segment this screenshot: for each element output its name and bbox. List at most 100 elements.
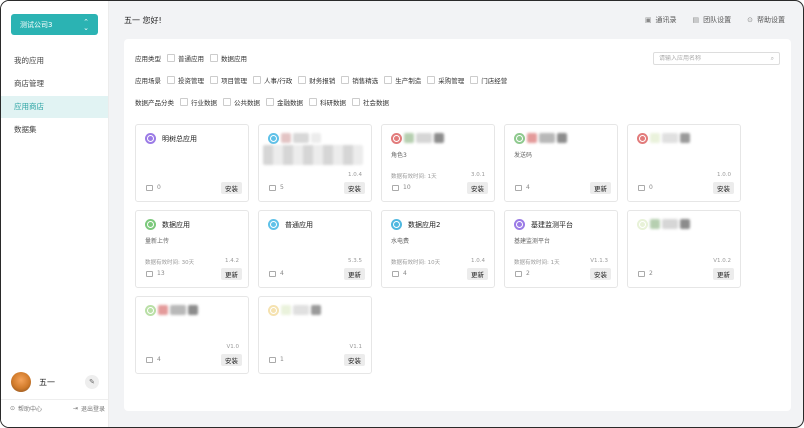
app-version: V1.0.2 <box>713 258 731 264</box>
install-count: 13 <box>146 270 165 277</box>
download-icon <box>146 270 153 277</box>
filter-option[interactable]: 投资管理 <box>167 75 204 85</box>
install-button[interactable]: 安装 <box>467 182 488 194</box>
install-count-value: 0 <box>649 184 653 191</box>
install-count-value: 13 <box>157 270 165 277</box>
install-button[interactable]: 安装 <box>221 354 242 366</box>
app-card[interactable]: 角色3 数据有效时间: 1天 3.0.1 10 安装 <box>381 124 495 202</box>
search-box[interactable]: ⌕ <box>653 52 780 65</box>
install-button[interactable]: 安装 <box>344 354 365 366</box>
redacted-block <box>404 133 414 143</box>
install-count-value: 10 <box>403 184 411 191</box>
app-card[interactable]: V1.0.2 2 更新 <box>627 210 741 288</box>
download-icon <box>146 184 153 191</box>
filter-option[interactable]: 采购管理 <box>427 75 464 85</box>
app-description: 基建监测平台 <box>514 238 551 245</box>
redacted-block <box>680 133 690 143</box>
search-input[interactable] <box>659 55 759 62</box>
sidebar-item-app-store[interactable]: 应用商店 <box>1 96 108 118</box>
redacted-block <box>263 145 363 165</box>
app-description: 量新上传 <box>145 238 170 245</box>
checkbox[interactable] <box>470 76 479 84</box>
filter-option[interactable]: 门店经营 <box>470 75 507 85</box>
checkbox[interactable] <box>298 76 307 84</box>
install-button[interactable]: 安装 <box>590 268 611 280</box>
search-icon[interactable]: ⌕ <box>771 55 774 63</box>
redacted-block <box>662 219 678 229</box>
filter-option[interactable]: 公共数据 <box>223 97 260 107</box>
checkbox[interactable] <box>384 76 393 84</box>
redacted-block <box>188 305 198 315</box>
sidebar-item-my-apps[interactable]: 我的应用 <box>1 50 108 72</box>
install-button[interactable]: 安装 <box>344 182 365 194</box>
update-button[interactable]: 更新 <box>590 182 611 194</box>
contacts-link[interactable]: ▣ 通讯录 <box>645 15 677 25</box>
app-card[interactable]: V1.0 4 安装 <box>135 296 249 374</box>
download-icon <box>269 356 276 363</box>
contacts-label: 通讯录 <box>655 16 677 24</box>
redacted-block <box>293 133 309 143</box>
filter-option[interactable]: 销售精选 <box>341 75 378 85</box>
help-center-label: 帮助中心 <box>18 406 43 413</box>
team-settings-link[interactable]: ▤ 团队设置 <box>693 15 732 25</box>
checkbox[interactable] <box>210 76 218 84</box>
app-version: 1.0.4 <box>348 172 362 178</box>
update-button[interactable]: 更新 <box>467 268 488 280</box>
download-icon <box>146 356 153 363</box>
help-center-link[interactable]: ⊙ 帮助中心 <box>10 404 42 413</box>
update-button[interactable]: 更新 <box>344 268 365 280</box>
redacted-block <box>281 305 291 315</box>
checkbox[interactable] <box>352 98 360 106</box>
app-card[interactable]: 数据应用2 水电费 数据有效时间: 10天 1.0.4 4 更新 <box>381 210 495 288</box>
contacts-icon: ▣ <box>644 16 652 24</box>
app-card[interactable]: 1.0.4 5 安装 <box>258 124 372 202</box>
avatar[interactable] <box>11 372 31 392</box>
checkbox[interactable] <box>223 98 231 106</box>
checkbox[interactable] <box>180 98 188 106</box>
app-card[interactable]: 基建监测平台 基建监测平台 数据有效时间: 1天 V1.1.3 2 安装 <box>504 210 618 288</box>
app-icon <box>514 133 525 144</box>
app-card[interactable]: 明树总应用 0 安装 <box>135 124 249 202</box>
install-count: 4 <box>392 270 407 277</box>
app-card[interactable]: 数据应用 量新上传 数据有效时间: 30天 1.4.2 13 更新 <box>135 210 249 288</box>
filter-option[interactable]: 普通应用 <box>167 53 204 63</box>
checkbox[interactable] <box>167 76 175 84</box>
filter-option[interactable]: 生产制造 <box>384 75 421 85</box>
app-card[interactable]: V1.1 1 安装 <box>258 296 372 374</box>
checkbox[interactable] <box>253 76 261 84</box>
checkbox[interactable] <box>341 76 350 84</box>
app-name: 明树总应用 <box>162 134 197 143</box>
filter-option[interactable]: 财务报销 <box>298 75 335 85</box>
app-card[interactable]: 普通应用 5.3.5 4 更新 <box>258 210 372 288</box>
help-settings-link[interactable]: ⊙ 帮助设置 <box>747 15 785 25</box>
edit-profile-button[interactable]: ✎ <box>85 375 99 389</box>
logout-link[interactable]: ⇥ 退出登录 <box>73 404 105 413</box>
filter-option[interactable]: 项目管理 <box>210 75 247 85</box>
company-switcher[interactable]: 测试公司3 ⌃ ⌄ <box>11 14 98 35</box>
filter-option[interactable]: 人事/行政 <box>253 75 292 85</box>
filter-option[interactable]: 社会数据 <box>352 97 389 107</box>
update-button[interactable]: 更新 <box>221 268 242 280</box>
app-name: 基建监测平台 <box>531 220 573 229</box>
redacted-block <box>416 133 432 143</box>
update-button[interactable]: 更新 <box>713 268 734 280</box>
app-icon <box>637 133 648 144</box>
filter-option[interactable]: 数据应用 <box>210 53 247 63</box>
download-icon <box>638 270 645 277</box>
filter-option[interactable]: 金融数据 <box>266 97 303 107</box>
checkbox[interactable] <box>427 76 436 84</box>
checkbox[interactable] <box>266 98 274 106</box>
install-button[interactable]: 安装 <box>713 182 734 194</box>
sidebar-item-datasets[interactable]: 数据集 <box>1 119 108 141</box>
app-card[interactable]: 发送码 4 更新 <box>504 124 618 202</box>
checkbox[interactable] <box>167 54 175 62</box>
app-card[interactable]: 1.0.0 0 安装 <box>627 124 741 202</box>
checkbox[interactable] <box>210 54 218 62</box>
filter-option[interactable]: 科研数据 <box>309 97 346 107</box>
install-button[interactable]: 安装 <box>221 182 242 194</box>
sidebar-item-store-management[interactable]: 商店管理 <box>1 73 108 95</box>
install-count: 0 <box>146 184 161 191</box>
filter-title: 应用类型 <box>135 55 161 63</box>
checkbox[interactable] <box>309 98 317 106</box>
filter-option[interactable]: 行业数据 <box>180 97 217 107</box>
